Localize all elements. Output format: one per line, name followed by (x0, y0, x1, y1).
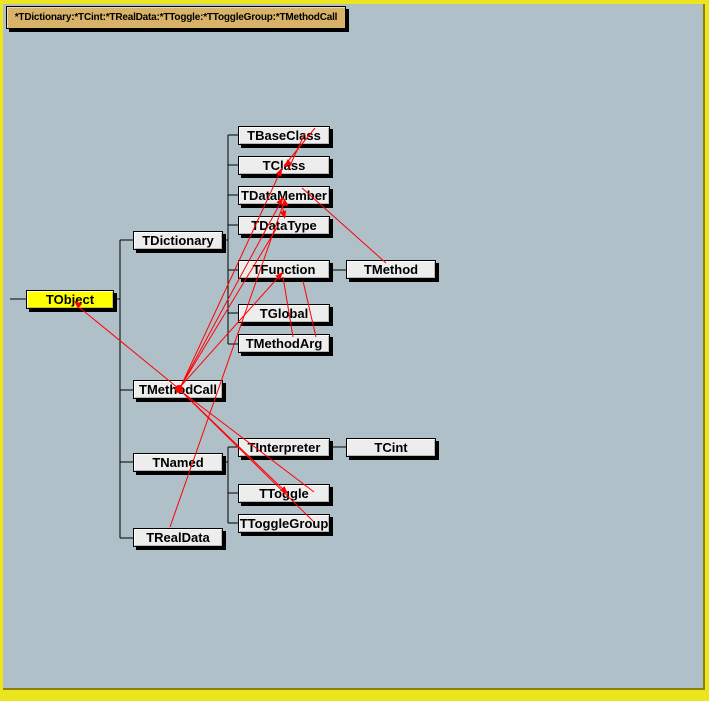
class-box-tdatatype[interactable]: TDataType (238, 216, 330, 235)
class-box-tfunction[interactable]: TFunction (238, 260, 330, 279)
selection-pave-label[interactable]: *TDictionary:*TCint:*TRealData:*TToggle:… (6, 6, 346, 29)
class-box-tnamed[interactable]: TNamed (133, 453, 223, 472)
class-box-tbaseclass[interactable]: TBaseClass (238, 126, 330, 145)
class-box-tmethod[interactable]: TMethod (346, 260, 436, 279)
class-boxes-layer: TObject TDictionary TMethodCall TNamed TReal… (0, 0, 709, 701)
class-box-trealdata[interactable]: TRealData (133, 528, 223, 547)
class-box-tclass[interactable]: TClass (238, 156, 330, 175)
class-box-tinterpreter[interactable]: TInterpreter (238, 438, 330, 457)
class-box-ttoggle[interactable]: TToggle (238, 484, 330, 503)
class-box-ttogglegroup[interactable]: TToggleGroup (238, 514, 330, 533)
class-box-tmethodcall[interactable]: TMethodCall (133, 380, 223, 399)
class-box-tglobal[interactable]: TGlobal (238, 304, 330, 323)
class-box-tmethodarg[interactable]: TMethodArg (238, 334, 330, 353)
class-box-tdatamember[interactable]: TDataMember (238, 186, 330, 205)
class-box-tdictionary[interactable]: TDictionary (133, 231, 223, 250)
class-box-tobject[interactable]: TObject (26, 290, 114, 309)
class-box-tcint[interactable]: TCint (346, 438, 436, 457)
